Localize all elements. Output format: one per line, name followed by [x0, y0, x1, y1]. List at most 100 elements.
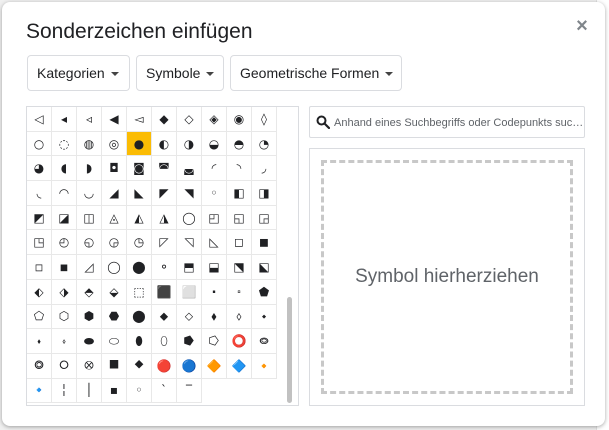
symbol-cell[interactable]: ◗ [77, 156, 102, 182]
symbol-cell[interactable]: ● [127, 131, 152, 157]
symbol-cell[interactable]: ⬥ [152, 304, 177, 330]
symbol-cell[interactable]: ◯ [102, 255, 127, 280]
symbol-cell[interactable]: ◮ [152, 205, 177, 231]
symbol-cell[interactable]: ◡ [77, 181, 102, 206]
symbol-cell[interactable]: ◦ [127, 378, 152, 404]
symbol-cell[interactable]: ⯁ [127, 353, 152, 379]
symbol-cell[interactable]: ⭙ [77, 353, 102, 379]
symbol-cell[interactable]: ⬪ [27, 329, 52, 354]
symbol-cell[interactable]: 🔶 [202, 353, 227, 379]
symbol-cell[interactable]: ◳ [27, 230, 52, 256]
symbol-cell[interactable]: ◞ [252, 156, 277, 182]
symbol-cell[interactable]: ⬙ [102, 279, 127, 305]
symbol-cell[interactable]: ◤ [152, 181, 177, 206]
symbol-cell[interactable]: ◖ [52, 156, 77, 182]
symbol-cell[interactable]: ◟ [27, 181, 52, 206]
symbol-cell[interactable]: ◅ [127, 107, 152, 132]
symbol-cell[interactable]: 🔹 [27, 378, 52, 404]
symbol-cell[interactable]: ◚ [152, 156, 177, 182]
symbol-cell[interactable]: ◩ [27, 205, 52, 231]
symbol-cell[interactable]: ⯀ [102, 353, 127, 379]
symbol-cell[interactable]: ◇ [177, 107, 202, 132]
symbol-cell[interactable]: ◛ [177, 156, 202, 182]
symbol-cell[interactable]: ⬓ [202, 255, 227, 280]
symbol-cell[interactable]: ◰ [202, 205, 227, 231]
symbol-cell[interactable]: ⭘ [52, 353, 77, 379]
symbol-cell[interactable]: ⬣ [102, 304, 127, 330]
symbol-cell[interactable]: ◕ [27, 156, 52, 182]
grid-scrollbar[interactable] [287, 297, 292, 403]
symbol-cell[interactable]: ◎ [102, 131, 127, 157]
symbol-cell[interactable]: ⬛ [152, 279, 177, 305]
symbol-cell[interactable]: ⬞ [227, 279, 252, 305]
symbol-set-dropdown[interactable]: Geometrische Formen [230, 55, 402, 91]
symbol-cell[interactable]: ▪ [102, 378, 127, 404]
symbol-cell[interactable]: ⬚ [127, 279, 152, 305]
symbol-cell[interactable]: ‾ [177, 378, 202, 404]
symbol-cell[interactable]: ╎ [52, 378, 77, 404]
symbol-cell[interactable]: ◉ [227, 107, 252, 132]
symbol-cell[interactable]: ⬝ [202, 279, 227, 305]
symbol-cell[interactable]: ◘ [102, 156, 127, 182]
symbol-cell[interactable]: ⭕ [227, 329, 252, 354]
symbol-cell[interactable]: ◴ [52, 230, 77, 256]
symbol-cell[interactable]: ◽ [27, 255, 52, 280]
symbol-cell[interactable]: ◌ [52, 131, 77, 157]
close-button[interactable]: × [570, 14, 594, 38]
symbol-cell[interactable]: ⭓ [177, 329, 202, 354]
symbol-cell[interactable]: ○ [27, 131, 52, 157]
symbol-cell[interactable]: ◐ [152, 131, 177, 157]
symbol-cell[interactable]: ◙ [127, 156, 152, 182]
symbol-cell[interactable]: ◻ [227, 230, 252, 256]
symbol-cell[interactable]: ◍ [77, 131, 102, 157]
symbol-cell[interactable]: ⬭ [102, 329, 127, 354]
symbol-cell[interactable]: ◀ [102, 107, 127, 132]
symbol-cell[interactable]: ◸ [152, 230, 177, 256]
symbol-cell[interactable]: ⬫ [52, 329, 77, 354]
symbol-cell[interactable]: │ [77, 378, 102, 404]
subcategory-dropdown[interactable]: Symbole [136, 55, 224, 91]
symbol-cell[interactable]: ˋ [152, 378, 177, 404]
symbol-cell[interactable]: 🔷 [227, 353, 252, 379]
symbol-cell[interactable]: ◠ [52, 181, 77, 206]
symbol-cell[interactable]: ⬔ [227, 255, 252, 280]
symbol-cell[interactable]: ⬠ [27, 304, 52, 330]
symbol-cell[interactable]: ◁ [27, 107, 52, 132]
symbol-cell[interactable]: ◓ [227, 131, 252, 157]
symbol-cell[interactable]: ◵ [77, 230, 102, 256]
symbol-cell[interactable]: ◆ [152, 107, 177, 132]
symbol-cell[interactable]: ◣ [127, 181, 152, 206]
symbol-cell[interactable]: ◯ [177, 205, 202, 231]
symbol-cell[interactable]: ⬜ [177, 279, 202, 305]
symbol-cell[interactable]: ⬤ [127, 255, 152, 280]
symbol-cell[interactable]: ◃ [77, 107, 102, 132]
symbol-cell[interactable]: ⬟ [252, 279, 277, 305]
symbol-cell[interactable]: ◈ [202, 107, 227, 132]
symbol-cell[interactable]: ◪ [52, 205, 77, 231]
symbol-cell[interactable]: ◱ [227, 205, 252, 231]
symbol-cell[interactable]: ◂ [52, 107, 77, 132]
symbol-cell[interactable]: ◢ [102, 181, 127, 206]
symbol-cell[interactable]: ◿ [77, 255, 102, 280]
symbol-cell[interactable]: ◾ [52, 255, 77, 280]
symbol-cell[interactable]: ◥ [177, 181, 202, 206]
symbol-cell[interactable]: ◒ [202, 131, 227, 157]
symbol-cell[interactable]: ⬡ [52, 304, 77, 330]
symbol-cell[interactable]: 🔸 [252, 353, 277, 379]
symbol-cell[interactable]: ◦ [202, 181, 227, 206]
symbol-cell[interactable]: ⬩ [252, 304, 277, 330]
symbol-cell[interactable]: ◨ [252, 181, 277, 206]
symbol-search-input[interactable] [332, 107, 584, 139]
symbol-cell[interactable]: ⬒ [177, 255, 202, 280]
symbol-cell[interactable]: ⬧ [202, 304, 227, 330]
symbol-cell[interactable]: ◫ [77, 205, 102, 231]
symbol-cell[interactable]: ⬦ [177, 304, 202, 330]
symbol-cell[interactable]: ⬤ [127, 304, 152, 330]
symbol-cell[interactable]: 🔴 [152, 353, 177, 379]
symbol-cell[interactable]: ⬮ [127, 329, 152, 354]
symbol-cell[interactable]: ◜ [202, 156, 227, 182]
symbol-cell[interactable]: ◷ [127, 230, 152, 256]
symbol-cell[interactable]: ◲ [252, 205, 277, 231]
symbol-cell[interactable]: ⬨ [227, 304, 252, 330]
symbol-cell[interactable]: 🔵 [177, 353, 202, 379]
